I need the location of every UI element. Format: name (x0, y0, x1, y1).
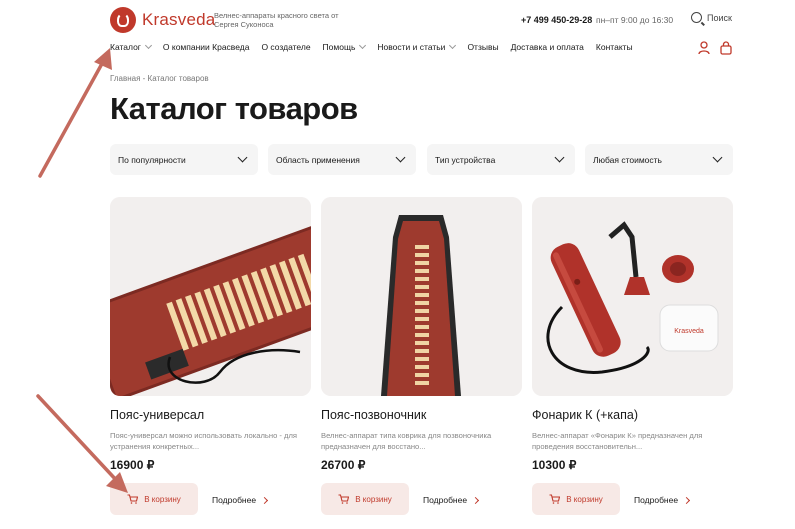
nav-label: Каталог (110, 42, 141, 52)
add-to-cart-label: В корзину (355, 494, 392, 504)
annotation-arrow-cart (36, 394, 120, 484)
chevron-down-icon (237, 152, 248, 163)
filter-label: Любая стоимость (593, 154, 662, 165)
phone-number[interactable]: +7 499 450-29-28 (521, 15, 592, 25)
page-title: Каталог товаров (110, 91, 358, 126)
chevron-down-icon (359, 41, 367, 50)
details-label: Подробнее (634, 495, 679, 505)
main-nav: Каталог О компании Красведа О создателе … (110, 41, 645, 52)
details-link[interactable]: Подробнее (212, 495, 269, 505)
chevron-down-icon (395, 152, 406, 163)
product-image-belt-spine[interactable] (321, 197, 522, 396)
chevron-right-icon (261, 496, 269, 504)
working-hours: пн–пт 9:00 до 16:30 (596, 15, 674, 25)
chevron-down-icon (449, 41, 457, 50)
product-image-belt-universal[interactable] (110, 197, 311, 396)
chevron-right-icon (472, 496, 480, 504)
add-to-cart-label: В корзину (566, 494, 603, 504)
details-label: Подробнее (212, 495, 257, 505)
nav-item-delivery[interactable]: Доставка и оплата (511, 42, 584, 52)
logo-icon[interactable] (110, 7, 136, 33)
product-price: 10300 ₽ (532, 458, 577, 472)
product-name[interactable]: Пояс-позвоночник (321, 408, 426, 422)
product-image-flashlight[interactable]: Krasveda (532, 197, 733, 396)
product-description: Пояс-универсал можно использовать локаль… (110, 431, 298, 451)
search-icon (691, 12, 702, 23)
filter-price[interactable]: Любая стоимость (585, 144, 733, 175)
details-label: Подробнее (423, 495, 468, 505)
cart-icon[interactable] (720, 41, 732, 55)
filter-label: По популярности (118, 154, 186, 165)
brand-tagline: Велнес-аппараты красного света от Сергея… (214, 11, 339, 29)
chevron-down-icon (712, 152, 723, 163)
chevron-down-icon (144, 41, 152, 50)
annotation-arrow-catalog (38, 58, 106, 178)
nav-item-news[interactable]: Новости и статьи (377, 41, 457, 52)
nav-item-catalog[interactable]: Каталог (110, 41, 152, 52)
filter-label: Область применения (276, 154, 360, 165)
chevron-down-icon (554, 152, 565, 163)
nav-label: Новости и статьи (377, 42, 446, 52)
cart-icon (127, 494, 139, 504)
nav-label: О создателе (261, 42, 311, 52)
svg-text:Krasveda: Krasveda (674, 328, 704, 335)
add-to-cart-button[interactable]: В корзину (110, 483, 198, 515)
filter-device-type[interactable]: Тип устройства (427, 144, 575, 175)
brand-name[interactable]: Krasveda (142, 10, 215, 30)
cart-icon (338, 494, 350, 504)
search-label: Поиск (707, 12, 732, 23)
nav-item-creator[interactable]: О создателе (261, 42, 310, 52)
product-description: Велнес-аппарат «Фонарик К» предназначен … (532, 431, 703, 451)
search-button[interactable]: Поиск (691, 12, 732, 23)
cart-icon (549, 494, 561, 504)
nav-item-contacts[interactable]: Контакты (596, 42, 633, 52)
breadcrumb[interactable]: Главная - Каталог товаров (110, 74, 209, 83)
add-to-cart-label: В корзину (144, 494, 181, 504)
details-link[interactable]: Подробнее (634, 495, 691, 505)
product-price: 16900 ₽ (110, 458, 155, 472)
nav-label: Помощь (322, 42, 356, 52)
nav-item-help[interactable]: Помощь (322, 41, 367, 52)
filter-application-area[interactable]: Область применения (268, 144, 416, 175)
nav-item-reviews[interactable]: Отзывы (467, 42, 498, 52)
filter-label: Тип устройства (435, 154, 496, 165)
chevron-right-icon (683, 496, 691, 504)
product-name[interactable]: Пояс-универсал (110, 408, 204, 422)
product-description: Велнес-аппарат типа коврика для позвоноч… (321, 431, 492, 451)
nav-label: Отзывы (467, 42, 499, 52)
nav-label: Доставка и оплата (510, 42, 584, 52)
user-icon[interactable] (698, 41, 710, 55)
nav-item-about[interactable]: О компании Красведа (163, 42, 250, 52)
filter-sort[interactable]: По популярности (110, 144, 258, 175)
product-name[interactable]: Фонарик К (+капа) (532, 408, 638, 422)
details-link[interactable]: Подробнее (423, 495, 480, 505)
add-to-cart-button[interactable]: В корзину (321, 483, 409, 515)
add-to-cart-button[interactable]: В корзину (532, 483, 620, 515)
nav-label: Контакты (595, 42, 633, 52)
nav-label: О компании Красведа (162, 42, 250, 52)
product-price: 26700 ₽ (321, 458, 366, 472)
